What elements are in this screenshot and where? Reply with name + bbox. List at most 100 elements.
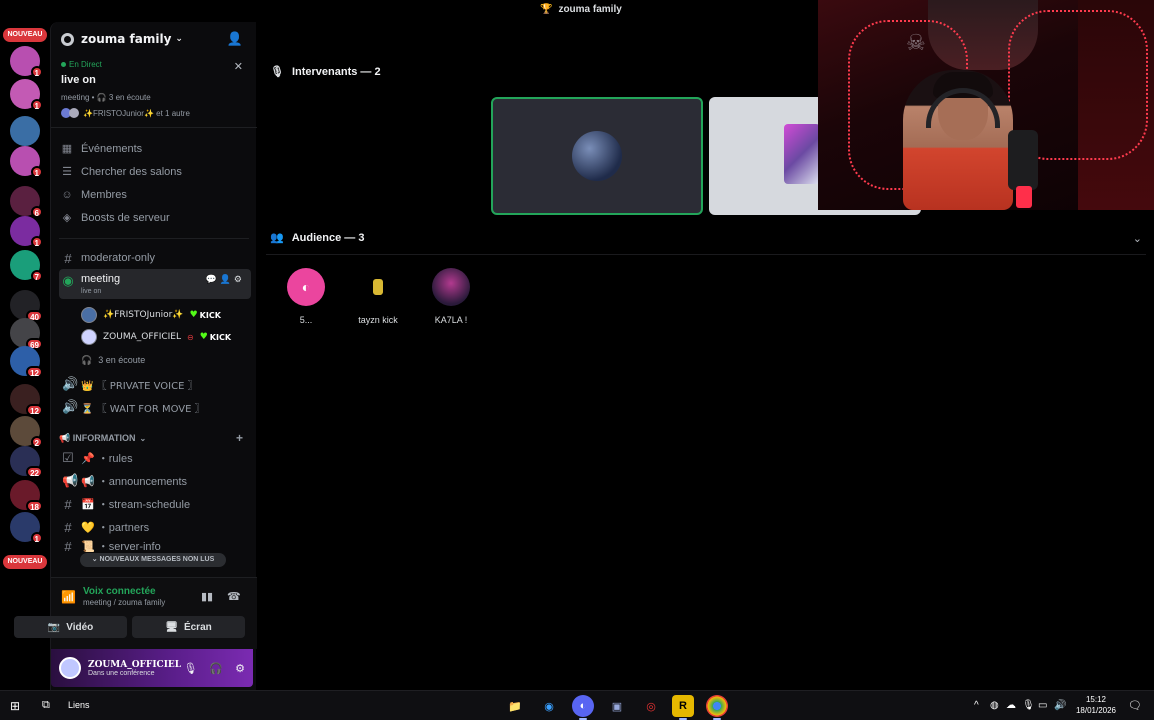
task-view-icon[interactable]: ⧉ [42, 699, 50, 712]
screen-share-button[interactable]: 🖥 Écran [132, 616, 245, 638]
channel-sub: live on [81, 288, 102, 295]
new-badge-top: NOUVEAU [3, 28, 47, 42]
network-icon[interactable]: ▭ [1038, 700, 1047, 711]
windows-start-icon[interactable]: ⊞ [10, 699, 20, 713]
channel-private-voice[interactable]: 🔊 👑 〖 PRIVATE VOICE 〗 [59, 374, 251, 394]
add-channel-icon[interactable]: + [236, 431, 243, 445]
new-badge-bottom: NOUVEAU [3, 555, 47, 569]
mention-badge: 1 [30, 66, 43, 78]
user-panel[interactable]: ZOUMA_OFFICIEL Dans une conférence 🎙 🎧 ⚙ [51, 649, 253, 687]
server-icon[interactable]: 22 [10, 446, 43, 478]
server-icon[interactable] [10, 116, 40, 146]
channel-rules[interactable]: ☑ 📌 ・rules [59, 448, 251, 468]
soundboard-icon[interactable]: ▮▮ [201, 590, 213, 603]
divider [266, 254, 1146, 255]
voice-user[interactable]: ZOUMA_OFFICIEL ⊖ ♥ KICK [81, 328, 231, 346]
calendar-icon: ▦ [61, 143, 73, 155]
channel-actions[interactable]: 💬👤⚙ [206, 274, 245, 285]
app-icon[interactable]: ▣ [606, 695, 628, 717]
speaker-tile[interactable] [491, 97, 703, 215]
video-button[interactable]: 📷 Vidéo [14, 616, 127, 638]
channel-stream-schedule[interactable]: # 📅 ・stream-schedule [59, 494, 251, 514]
server-icon[interactable]: 1 [10, 146, 43, 178]
app-icon[interactable]: ◎ [640, 695, 662, 717]
signal-icon: 📶 [61, 590, 76, 604]
user-name: ZOUMA_OFFICIEL [88, 659, 182, 670]
headphones-icon[interactable]: 🎧 [209, 662, 223, 675]
channel-moderator-only[interactable]: # moderator-only [59, 248, 251, 268]
audience-member[interactable]: KA7LA ! [421, 268, 481, 325]
gear-icon[interactable]: ⚙ [235, 662, 245, 675]
edge-icon[interactable]: ◉ [538, 695, 560, 717]
tray-app-icon[interactable]: ◍ [990, 700, 999, 711]
server-icon[interactable]: 7 [10, 250, 43, 282]
server-icon[interactable]: 18 [10, 480, 43, 512]
discord-icon[interactable]: ◐ [572, 695, 594, 720]
channel-partners[interactable]: # 💛 ・partners [59, 517, 251, 537]
menu-events[interactable]: ▦ Événements [61, 139, 142, 159]
chevron-up-icon[interactable]: ^ [974, 700, 979, 711]
rules-icon: ☑ [62, 450, 74, 465]
channel-wait-for-move[interactable]: 🔊 ⏳ 〖 WAIT FOR MOVE 〗 [59, 397, 251, 417]
server-rail: NOUVEAU 1 1 1 6 1 7 40 69 12 12 2 22 18 1 NOUVEAU [0, 0, 50, 690]
close-icon[interactable]: ✕ [234, 60, 243, 73]
avatar [432, 268, 470, 306]
live-tag: En Direct [61, 60, 247, 69]
menu-boosts[interactable]: ◈ Boosts de serveur [61, 208, 170, 228]
channel-server-info[interactable]: # 📜 ・server-info [59, 540, 251, 552]
audience-member[interactable]: ◐ 5... [276, 268, 336, 325]
audience-header: 👥 Audience — 3 [270, 231, 365, 245]
server-icon[interactable]: 12 [10, 384, 43, 416]
chrome-icon[interactable] [706, 695, 728, 720]
server-icon[interactable]: 1 [10, 512, 43, 544]
microphone-icon: 🎙 [270, 66, 284, 78]
folder-icon[interactable]: 📁 [504, 695, 526, 717]
notification-icon[interactable]: 🗨 [1128, 699, 1142, 712]
category-information[interactable]: 📢 INFORMATION ⌄ + [59, 430, 249, 446]
discord-window: NOUVEAU 1 1 1 6 1 7 40 69 12 12 2 22 18 1 NOUVEAU zou… [0, 0, 1154, 720]
server-icon[interactable]: 1 [10, 46, 43, 78]
server-icon[interactable]: 12 [10, 346, 43, 378]
menu-members[interactable]: ☺ Membres [61, 185, 126, 205]
chevron-down-icon[interactable]: ⌄ [1133, 232, 1142, 245]
channel-announcements[interactable]: 📢 📢 ・announcements [59, 471, 251, 491]
stage-icon: ◉ [62, 273, 74, 288]
window-title: 🏆 zouma family [540, 4, 622, 15]
microphone-icon[interactable]: 🎙 [183, 662, 197, 675]
audience-member[interactable]: tayzn kick [348, 268, 408, 325]
server-name: zouma family [81, 32, 172, 46]
voice-user[interactable]: ✨FRISTOJunior✨ ♥ KICK [81, 306, 221, 324]
server-icon[interactable]: 1 [10, 79, 43, 111]
server-icon[interactable]: 69 [10, 318, 43, 350]
mention-badge: 12 [26, 366, 43, 378]
links-toolbar[interactable]: Liens [68, 700, 90, 710]
live-sub: meeting • 🎧 3 en écoute [61, 93, 151, 102]
dnd-icon: ⊖ [187, 332, 194, 342]
server-header[interactable]: zouma family ⌄ 👤 [51, 22, 257, 56]
mention-badge: 2 [30, 436, 43, 448]
invite-icon[interactable]: 👤 [227, 32, 243, 47]
menu-browse-channels[interactable]: ☰ Chercher des salons [61, 162, 182, 182]
rockstar-icon[interactable]: R [672, 695, 694, 720]
skull-icon: ☠ [906, 30, 926, 55]
server-icon[interactable]: 40 [10, 290, 43, 322]
voice-status[interactable]: 📶 Voix connectée meeting / zouma family [61, 586, 165, 607]
avatar [359, 268, 397, 306]
listeners-count[interactable]: 🎧 3 en écoute [81, 352, 145, 368]
voice-status-title: Voix connectée [82, 586, 156, 597]
unread-messages-pill[interactable]: ⌄ NOUVEAUX MESSAGES NON LUS [80, 553, 226, 567]
microphone-icon[interactable]: 🎙 [1022, 700, 1035, 711]
server-icon[interactable]: 2 [10, 416, 43, 448]
clock[interactable]: 15:12 18/01/2026 [1076, 694, 1116, 716]
channel-meeting[interactable]: ◉ meeting live on 💬👤⚙ [59, 269, 251, 299]
server-icon[interactable]: 6 [10, 186, 43, 218]
megaphone-icon: 📢 [62, 473, 79, 488]
server-icon[interactable]: 1 [10, 216, 43, 248]
cloud-icon[interactable]: ☁ [1006, 700, 1016, 711]
mention-badge: 1 [30, 532, 43, 544]
disconnect-icon[interactable]: ☎ [227, 590, 241, 603]
volume-icon[interactable]: 🔊 [1054, 700, 1066, 711]
server-icon [61, 32, 74, 46]
live-banner[interactable]: En Direct live on meeting • 🎧 3 en écout… [51, 56, 257, 128]
microphone [1008, 130, 1038, 190]
